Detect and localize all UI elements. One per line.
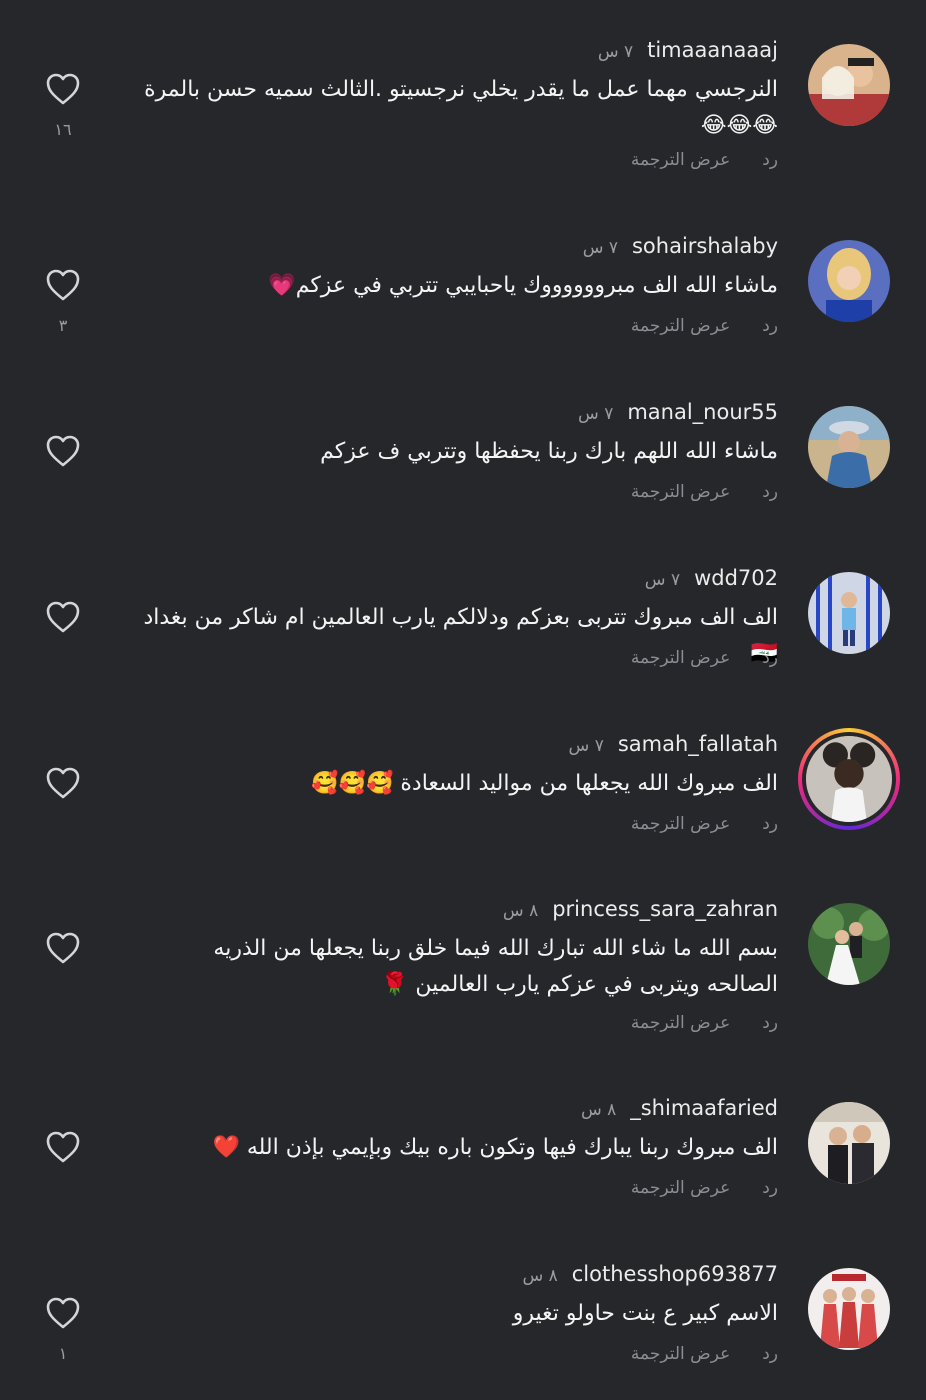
- avatar[interactable]: [808, 406, 890, 488]
- see-translation-button[interactable]: عرض الترجمة: [631, 1013, 730, 1033]
- timestamp: ٨ س: [522, 1266, 558, 1286]
- comment-header: sohairshalaby ٧ س: [583, 234, 778, 258]
- timestamp: ٧ س: [582, 238, 618, 258]
- reply-button[interactable]: رد: [762, 1178, 778, 1198]
- comment-actions: رد عرض الترجمة: [631, 648, 778, 668]
- timestamp: ٧ س: [578, 404, 614, 424]
- comment-text: بسم الله ما شاء الله تبارك الله فيما خلق…: [213, 936, 778, 997]
- comment-header: manal_nour55 ٧ س: [578, 400, 778, 424]
- avatar-with-story-ring[interactable]: [798, 728, 900, 830]
- see-translation-button[interactable]: عرض الترجمة: [631, 1344, 730, 1364]
- comment-text: الاسم كبير ع بنت حاولو تغيرو: [512, 1301, 778, 1326]
- heart-outline-icon: [46, 269, 80, 301]
- comment-header: timaaanaaaj ٧ س: [598, 38, 778, 62]
- username[interactable]: timaaanaaaj: [647, 38, 778, 62]
- username[interactable]: princess_sara_zahran: [552, 897, 778, 921]
- heart-outline-icon: [46, 435, 80, 467]
- like-count: ٣: [58, 316, 68, 335]
- like-count: ١٦: [54, 120, 72, 139]
- like-button[interactable]: [45, 766, 81, 800]
- heart-outline-icon: [46, 601, 80, 633]
- heart-outline-icon: [46, 1131, 80, 1163]
- timestamp: ٧ س: [597, 42, 634, 62]
- like-button[interactable]: [45, 600, 81, 634]
- username[interactable]: wdd702: [694, 566, 778, 590]
- reply-button[interactable]: رد: [762, 316, 778, 336]
- comment-text: الف مبروك ربنا يبارك فيها وتكون باره بيك…: [212, 1135, 778, 1160]
- comment-actions: رد عرض الترجمة: [631, 482, 778, 502]
- reply-button[interactable]: رد: [762, 1013, 778, 1033]
- comment-header: clothesshop693877 ٨ س: [522, 1262, 778, 1286]
- comment-header: samah_fallatah ٧ س: [569, 732, 778, 756]
- reply-button[interactable]: رد: [762, 814, 778, 834]
- comment-header: princess_sara_zahran ٨ س: [503, 897, 778, 921]
- see-translation-button[interactable]: عرض الترجمة: [631, 648, 730, 668]
- comment-text: النرجسي مهما عمل ما يقدر يخلي نرجسيتو .ا…: [144, 77, 778, 138]
- reply-button[interactable]: رد: [762, 482, 778, 502]
- comments-list: timaaanaaaj ٧ س النرجسي مهما عمل ما يقدر…: [0, 0, 926, 1400]
- see-translation-button[interactable]: عرض الترجمة: [631, 316, 730, 336]
- see-translation-button[interactable]: عرض الترجمة: [631, 1178, 730, 1198]
- username[interactable]: samah_fallatah: [618, 732, 778, 756]
- comment-header: wdd702 ٧ س: [645, 566, 778, 590]
- comment-actions: رد عرض الترجمة: [631, 316, 778, 336]
- timestamp: ٨ س: [502, 901, 539, 921]
- username[interactable]: manal_nour55: [627, 400, 778, 424]
- reply-button[interactable]: رد: [762, 1344, 778, 1364]
- like-button[interactable]: [45, 72, 81, 106]
- username[interactable]: sohairshalaby: [632, 234, 778, 258]
- see-translation-button[interactable]: عرض الترجمة: [631, 150, 730, 170]
- avatar[interactable]: [808, 903, 890, 985]
- like-button[interactable]: [45, 268, 81, 302]
- heart-outline-icon: [46, 73, 80, 105]
- see-translation-button[interactable]: عرض الترجمة: [631, 814, 730, 834]
- comment-text: ماشاء الله اللهم بارك ربنا يحفظها وتتربي…: [320, 439, 778, 464]
- like-button[interactable]: [45, 1130, 81, 1164]
- timestamp: ٨ س: [580, 1100, 617, 1120]
- see-translation-button[interactable]: عرض الترجمة: [631, 482, 730, 502]
- heart-outline-icon: [46, 1297, 80, 1329]
- username[interactable]: clothesshop693877: [572, 1262, 778, 1286]
- heart-outline-icon: [46, 932, 80, 964]
- comment-text: ماشاء الله الف مبرووووووك ياحبايبي تتربي…: [268, 273, 778, 298]
- comment-actions: رد عرض الترجمة: [631, 1344, 778, 1364]
- heart-outline-icon: [46, 767, 80, 799]
- like-button[interactable]: [45, 1296, 81, 1330]
- like-count: ١: [58, 1344, 68, 1363]
- comment-actions: رد عرض الترجمة: [631, 814, 778, 834]
- comment-header: shimaafaried_ ٨ س: [581, 1096, 778, 1120]
- reply-button[interactable]: رد: [762, 648, 778, 668]
- avatar[interactable]: [808, 240, 890, 322]
- username[interactable]: shimaafaried_: [630, 1096, 778, 1120]
- like-button[interactable]: [45, 434, 81, 468]
- comment-text: الف مبروك الله يجعلها من مواليد السعادة …: [311, 771, 778, 796]
- like-button[interactable]: [45, 931, 81, 965]
- timestamp: ٧ س: [568, 736, 604, 756]
- avatar[interactable]: [808, 1268, 890, 1350]
- comment-actions: رد عرض الترجمة: [631, 150, 778, 170]
- reply-button[interactable]: رد: [762, 150, 778, 170]
- avatar[interactable]: [808, 44, 890, 126]
- timestamp: ٧ س: [644, 570, 681, 590]
- comment-actions: رد عرض الترجمة: [631, 1178, 778, 1198]
- avatar[interactable]: [808, 1102, 890, 1184]
- avatar[interactable]: [808, 572, 890, 654]
- comment-actions: رد عرض الترجمة: [631, 1013, 778, 1033]
